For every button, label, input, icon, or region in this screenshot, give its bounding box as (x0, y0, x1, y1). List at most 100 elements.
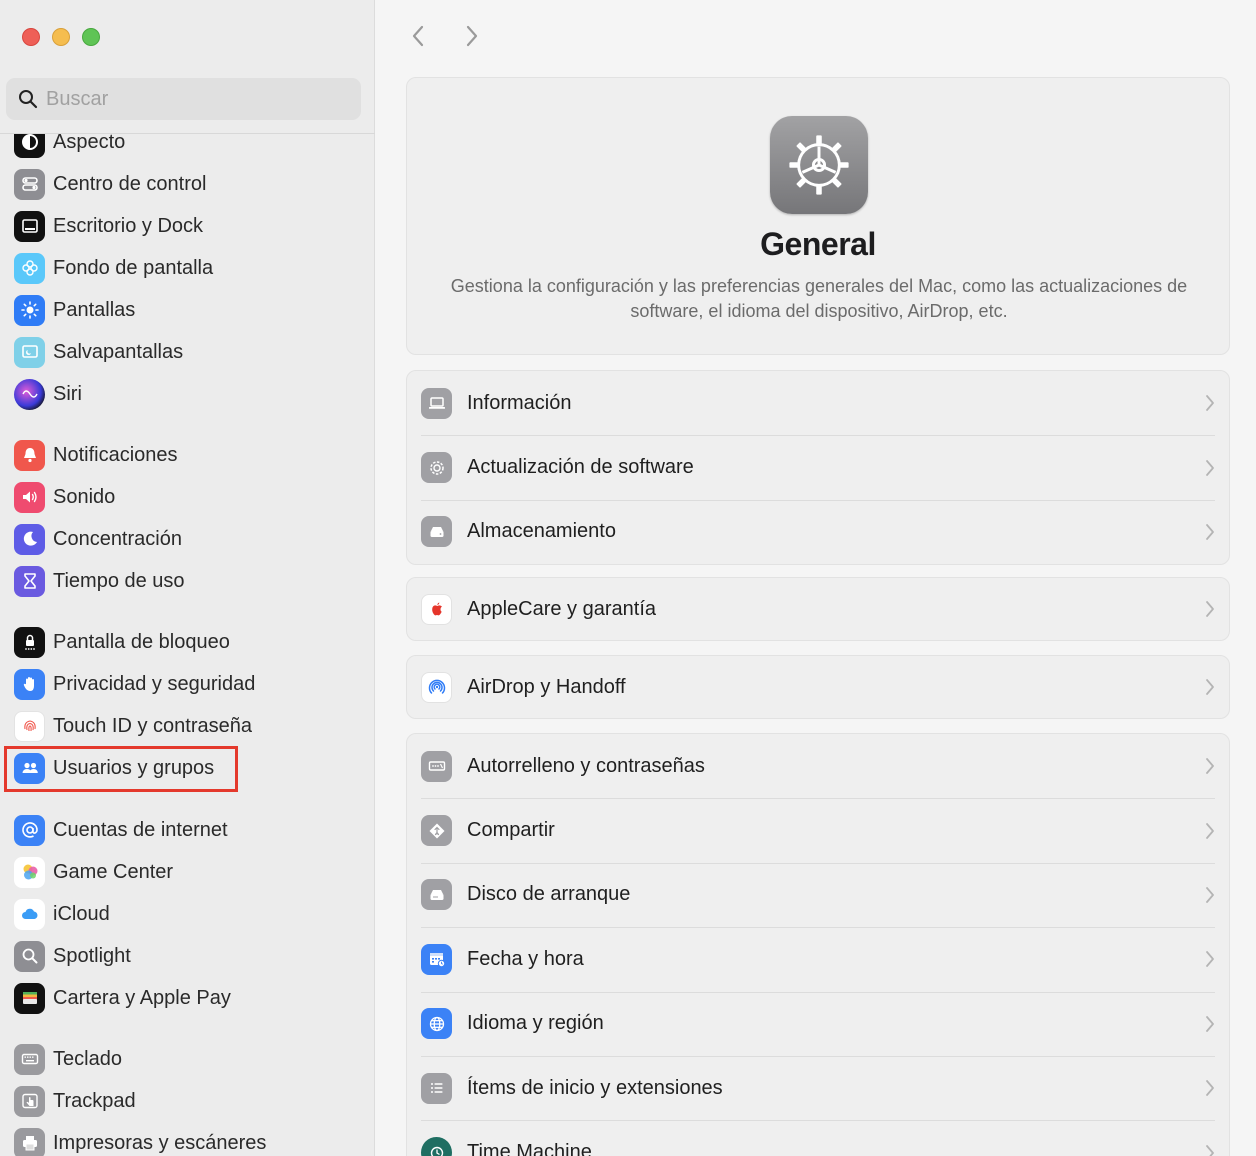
sidebar-item-label: Salvapantallas (53, 340, 184, 363)
row-applecare[interactable]: AppleCare y garantía (407, 578, 1229, 640)
sidebar-item-aspecto[interactable]: Aspecto (14, 134, 125, 160)
autofill-icon (421, 750, 452, 782)
sidebar-item-concentracion[interactable]: Concentración (14, 521, 182, 557)
sidebar-item-notificaciones[interactable]: Notificaciones (14, 437, 178, 473)
storage-icon (421, 516, 452, 548)
sidebar-item-touch-id[interactable]: Touch ID y contraseña (14, 708, 252, 744)
chevron-right-icon (1206, 679, 1214, 695)
sidebar-item-label: Privacidad y seguridad (53, 672, 256, 695)
forward-button[interactable] (460, 22, 484, 50)
general-gear-icon (770, 116, 868, 214)
sidebar-item-pantalla-de-bloqueo[interactable]: Pantalla de bloqueo (14, 624, 230, 660)
row-items-inicio[interactable]: Ítems de inicio y extensiones (407, 1055, 1229, 1120)
window-controls (22, 28, 100, 46)
sidebar-item-cuentas-de-internet[interactable]: Cuentas de internet (14, 812, 228, 848)
page-title: General (760, 226, 876, 262)
airdrop-icon (421, 671, 452, 703)
sidebar-item-trackpad[interactable]: Trackpad (14, 1083, 136, 1119)
sidebar-item-label: Concentración (53, 527, 182, 550)
sidebar-item-spotlight[interactable]: Spotlight (14, 938, 131, 974)
back-button[interactable] (406, 22, 430, 50)
row-almacenamiento[interactable]: Almacenamiento (407, 499, 1229, 564)
sidebar-item-label: Aspecto (53, 134, 126, 153)
icloud-icon (14, 898, 45, 930)
sidebar-item-label: Teclado (53, 1047, 122, 1070)
sidebar-item-label: iCloud (53, 902, 110, 925)
sidebar-item-sonido[interactable]: Sonido (14, 479, 115, 515)
row-label: AirDrop y Handoff (467, 675, 626, 698)
focus-icon (14, 523, 45, 555)
row-label: Disco de arranque (467, 883, 631, 906)
sidebar-item-label: Cartera y Apple Pay (53, 986, 231, 1009)
settings-group-applecare: AppleCare y garantía (406, 577, 1230, 641)
zoom-window-button[interactable] (82, 28, 100, 46)
internet-accounts-icon (14, 814, 45, 846)
sidebar-item-fondo-de-pantalla[interactable]: Fondo de pantalla (14, 250, 213, 286)
row-actualizacion-software[interactable]: Actualización de software (407, 435, 1229, 499)
wallet-icon (14, 982, 45, 1014)
sidebar-item-impresoras[interactable]: Impresoras y escáneres (14, 1125, 266, 1156)
row-time-machine[interactable]: Time Machine (407, 1120, 1229, 1156)
software-update-icon (421, 452, 452, 484)
sidebar-item-cartera[interactable]: Cartera y Apple Pay (14, 980, 231, 1016)
sidebar-item-tiempo-de-uso[interactable]: Tiempo de uso (14, 563, 185, 599)
sidebar-item-pantallas[interactable]: Pantallas (14, 292, 135, 328)
minimize-window-button[interactable] (52, 28, 70, 46)
chevron-right-icon (1206, 395, 1214, 412)
row-label: Almacenamiento (467, 520, 616, 543)
search-input[interactable] (46, 87, 336, 111)
chevron-right-icon (1206, 459, 1214, 476)
sidebar-item-label: Sonido (53, 485, 116, 508)
main-content: General Gestiona la configuración y las … (376, 0, 1256, 1156)
search-icon (19, 90, 38, 109)
control-center-icon (14, 168, 45, 200)
page-description: Gestiona la configuración y las preferen… (450, 276, 1188, 321)
settings-group-system: Autorrelleno y contraseñas Compartir Dis… (406, 733, 1230, 1156)
chevron-right-icon (1206, 758, 1214, 775)
settings-window: Aspecto Centro de control Escritorio y D… (0, 0, 1256, 1156)
chevron-right-icon (1206, 601, 1214, 617)
sidebar-item-label: Trackpad (53, 1089, 136, 1112)
history-navigation (406, 22, 484, 50)
sidebar-item-escritorio-dock[interactable]: Escritorio y Dock (14, 208, 203, 244)
sidebar-item-icloud[interactable]: iCloud (14, 896, 110, 932)
sidebar-item-siri[interactable]: Siri (14, 376, 82, 412)
general-header-card: General Gestiona la configuración y las … (406, 77, 1230, 355)
row-label: Ítems de inicio y extensiones (467, 1076, 723, 1099)
row-label: Compartir (467, 819, 555, 842)
search-field[interactable] (6, 78, 361, 120)
sidebar-item-game-center[interactable]: Game Center (14, 854, 173, 890)
login-items-icon (421, 1072, 452, 1104)
row-label: AppleCare y garantía (467, 597, 657, 620)
sidebar-item-privacidad[interactable]: Privacidad y seguridad (14, 666, 255, 702)
sidebar-item-label: Siri (53, 382, 82, 405)
chevron-right-icon (1206, 1080, 1214, 1097)
siri-icon (14, 378, 45, 410)
row-idioma-region[interactable]: Idioma y región (407, 991, 1229, 1056)
chevron-right-icon (1206, 524, 1214, 540)
screensaver-icon (14, 336, 45, 368)
screen-time-icon (14, 565, 45, 597)
sidebar-item-salvapantallas[interactable]: Salvapantallas (14, 334, 183, 370)
row-compartir[interactable]: Compartir (407, 798, 1229, 862)
notifications-icon (14, 439, 45, 471)
row-disco-arranque[interactable]: Disco de arranque (407, 862, 1229, 927)
row-label: Autorrelleno y contraseñas (467, 754, 705, 777)
wallpaper-icon (14, 252, 45, 284)
laptop-icon (421, 387, 452, 419)
trackpad-icon (14, 1085, 45, 1117)
chevron-left-icon (412, 25, 424, 47)
sidebar-item-teclado[interactable]: Teclado (14, 1041, 122, 1077)
sound-icon (14, 481, 45, 513)
globe-icon (421, 1008, 452, 1040)
sidebar-item-centro-de-control[interactable]: Centro de control (14, 166, 206, 202)
row-informacion[interactable]: Información (407, 371, 1229, 435)
row-fecha-hora[interactable]: Fecha y hora (407, 927, 1229, 991)
displays-icon (14, 294, 45, 326)
row-airdrop-handoff[interactable]: AirDrop y Handoff (407, 656, 1229, 718)
desktop-dock-icon (14, 210, 45, 242)
close-window-button[interactable] (22, 28, 40, 46)
spotlight-icon (14, 940, 45, 972)
row-autorrelleno[interactable]: Autorrelleno y contraseñas (407, 734, 1229, 798)
sidebar-item-label: Game Center (53, 860, 174, 883)
